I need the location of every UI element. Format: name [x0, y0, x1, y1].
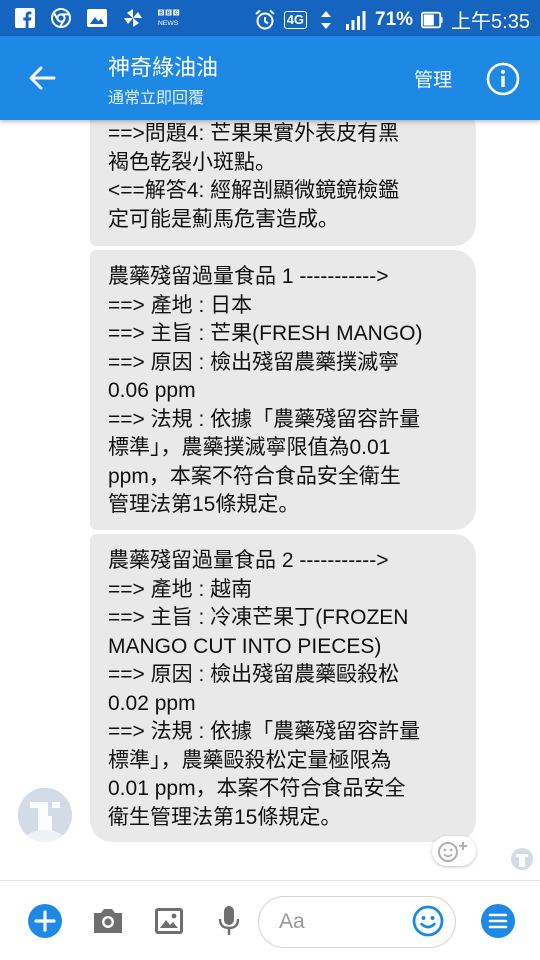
voice-button[interactable]	[211, 903, 247, 939]
message-line: 標準」，農藥撲滅寧限值為0.01	[108, 436, 391, 459]
message-line: 管理法第15條規定。	[108, 493, 300, 516]
page-avatar-icon	[18, 788, 72, 842]
network-type: 4G	[283, 10, 308, 29]
message-line: ==> 主旨 : 芒果(FRESH MANGO)	[108, 322, 423, 345]
back-button[interactable]	[22, 58, 62, 98]
status-bar-right: 4G 71% 上午5:35	[254, 5, 530, 34]
chat-subtitle: 通常立即回覆	[108, 88, 205, 107]
message-line: 0.02 ppm	[108, 691, 196, 715]
seen-avatar-icon	[511, 848, 533, 870]
emoji-button[interactable]	[412, 905, 444, 937]
message-bubble[interactable]: ==>問題4: 芒果果實外表皮有黑 褐色乾裂小斑點。 <==解答4: 經解剖顯微…	[90, 120, 476, 246]
info-icon	[486, 62, 520, 96]
message-line: ==> 主旨 : 冷凍芒果丁(FROZEN	[108, 606, 409, 629]
add-reaction-icon	[438, 842, 467, 862]
message-line: 農藥殘留過量食品 1 ----------->	[108, 265, 389, 288]
pinwheel-icon	[122, 7, 144, 29]
message-line: <==解答4: 經解剖顯微鏡鏡檢鑑	[108, 179, 400, 202]
message-bubble[interactable]: 農藥殘留過量食品 2 -----------> ==> 產地 : 越南 ==> …	[90, 534, 476, 842]
camera-icon	[94, 909, 122, 933]
menu-icon	[481, 904, 515, 938]
seen-indicator-avatar	[511, 848, 533, 870]
message-line: 0.06 ppm	[108, 379, 196, 402]
message-line: ==> 法規 : 依據「農藥殘留容許量	[108, 407, 421, 431]
message-line: ==> 產地 : 日本	[108, 293, 253, 317]
message-line: 褐色乾裂小斑點。	[108, 150, 276, 174]
message-line: ==> 原因 : 檢出殘留農藥毆殺松	[108, 663, 400, 686]
svg-text:B: B	[159, 11, 163, 17]
message-line: MANGO CUT INTO PIECES)	[108, 634, 382, 658]
message-list[interactable]: ==>問題4: 芒果果實外表皮有黑 褐色乾裂小斑點。 <==解答4: 經解剖顯微…	[0, 120, 540, 880]
svg-text:B: B	[167, 11, 171, 17]
emoji-icon	[412, 905, 444, 937]
message-bubble[interactable]: 農藥殘留過量食品 1 -----------> ==> 產地 : 日本 ==> …	[90, 250, 476, 530]
facebook-icon	[14, 7, 36, 29]
alarm-icon	[254, 9, 276, 31]
message-line: ==> 原因 : 檢出殘留農藥撲滅寧	[108, 350, 400, 374]
battery-icon	[421, 9, 443, 31]
gallery-icon	[86, 7, 108, 29]
message-input-placeholder: Aa	[279, 910, 305, 933]
menu-button[interactable]	[480, 903, 516, 939]
message-line: 0.01 ppm，本案不符合食品安全	[108, 777, 406, 800]
message-line: 標準」，農藥毆殺松定量極限為	[108, 748, 392, 772]
bbc-news-icon: B B C NEWS	[158, 7, 180, 29]
message-line: ppm，本案不符合食品安全衛生	[108, 464, 401, 488]
clock: 上午5:35	[451, 11, 530, 33]
plus-icon	[28, 904, 62, 938]
svg-text:C: C	[175, 11, 179, 17]
manage-button[interactable]: 管理	[414, 65, 452, 92]
chrome-icon	[50, 7, 72, 29]
data-arrows-icon	[315, 9, 337, 31]
more-actions-button[interactable]	[27, 903, 63, 939]
message-line: ==>問題4: 芒果果實外表皮有黑	[108, 122, 400, 145]
chat-title[interactable]: 神奇綠油油	[108, 50, 218, 82]
microphone-icon	[218, 906, 240, 935]
gallery-button[interactable]	[151, 903, 187, 939]
photo-icon	[155, 908, 183, 934]
message-line: ==> 產地 : 越南	[108, 577, 253, 601]
camera-button[interactable]	[90, 903, 126, 939]
info-button[interactable]	[486, 62, 520, 96]
message-line: 衛生管理法第15條規定。	[108, 805, 342, 829]
svg-text:NEWS: NEWS	[158, 20, 179, 27]
battery-percent: 71%	[375, 8, 414, 30]
back-arrow-icon	[29, 66, 56, 90]
add-reaction-button[interactable]	[432, 836, 476, 866]
message-line: ==> 法規 : 依據「農藥殘留容許量	[108, 720, 421, 743]
message-line: 農藥殘留過量食品 2 ----------->	[108, 549, 389, 572]
chat-header: 神奇綠油油 通常立即回覆 管理	[0, 36, 540, 120]
status-bar: B B C NEWS 4G 71% 上午5:35	[0, 0, 540, 36]
sender-avatar[interactable]	[18, 788, 72, 842]
message-line: 定可能是薊馬危害造成。	[108, 207, 339, 231]
status-bar-left: B B C NEWS	[14, 7, 180, 29]
composer-bar: Aa	[0, 880, 540, 960]
signal-icon	[345, 9, 367, 31]
